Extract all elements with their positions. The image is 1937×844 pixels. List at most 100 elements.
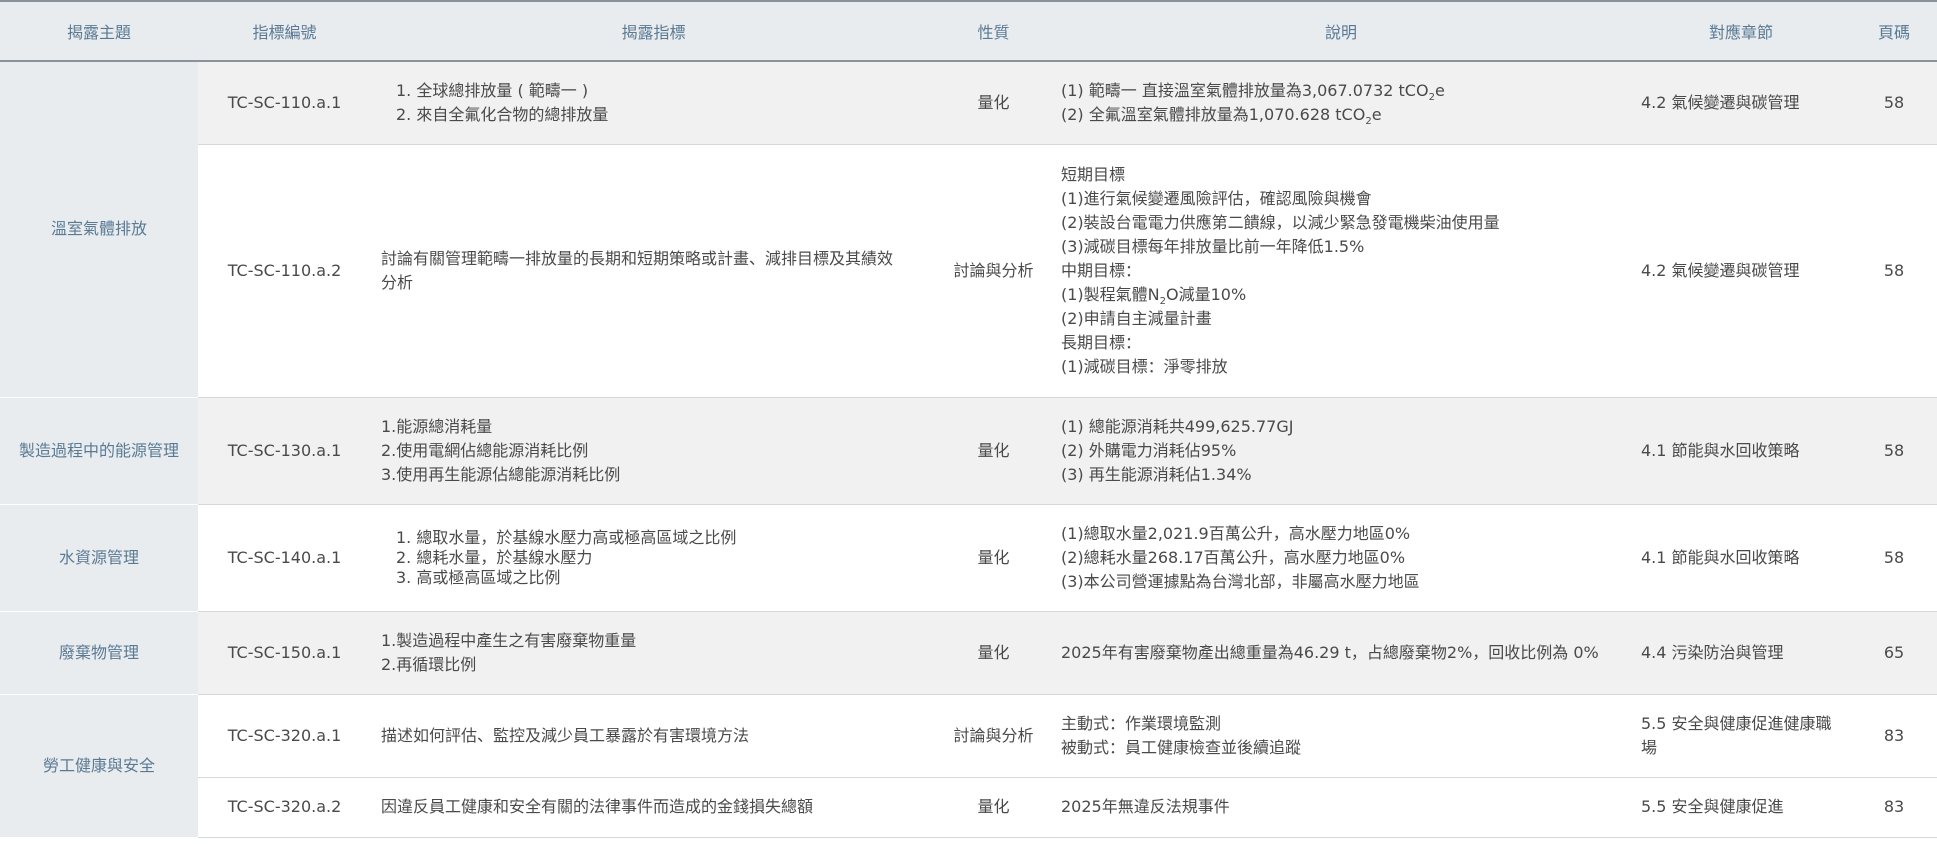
description-cell: (1) 總能源消耗共499,625.77GJ (2) 外購電力消耗佔95% (3) … xyxy=(1051,397,1631,505)
description-cell: 2025年無違反法規事件 xyxy=(1051,777,1631,838)
description-text: O減量10% xyxy=(1166,284,1247,304)
table-row: 溫室氣體排放 TC-SC-110.a.1 1. 全球總排放量 ( 範疇一 ) 2.… xyxy=(0,61,1937,398)
code-cell: TC-SC-320.a.1 xyxy=(198,694,371,778)
description-line: 被動式：員工健康檢查並後續追蹤 xyxy=(1061,736,1621,760)
description-text: (3)本公司營運據點為台灣北部，非屬高水壓力地區 xyxy=(1061,571,1420,591)
page-cell: 58 xyxy=(1851,144,1937,398)
page-cell: 58 xyxy=(1851,397,1937,505)
page-cell: 65 xyxy=(1851,611,1937,695)
nature-cell: 討論與分析 xyxy=(936,144,1051,398)
nature-cell: 量化 xyxy=(936,777,1051,838)
metric-line: 描述如何評估、監控及減少員工暴露於有害環境方法 xyxy=(381,725,750,745)
page-cell: 83 xyxy=(1851,777,1937,838)
header-nature: 性質 xyxy=(936,0,1051,62)
metric-cell: 1. 總取水量，於基線水壓力高或極高區域之比例 2. 總耗水量，於基線水壓力 3. … xyxy=(371,504,936,612)
description-text: (3)減碳目標每年排放量比前一年降低1.5% xyxy=(1061,236,1365,256)
metric-cell: 1. 全球總排放量 ( 範疇一 ) 2. 來自全氟化合物的總排放量 xyxy=(371,61,936,145)
metric-line: 1. 全球總排放量 ( 範疇一 ) xyxy=(396,80,589,100)
description-line: 中期目標： xyxy=(1061,259,1621,283)
topic-cell: 廢棄物管理 xyxy=(0,611,198,695)
description-cell: 2025年有害廢棄物產出總重量為46.29 t，占總廢棄物2%，回收比例為 0% xyxy=(1051,611,1631,695)
header-chapter: 對應章節 xyxy=(1631,0,1851,62)
description-line: (2) 全氟溫室氣體排放量為1,070.628 tCO2e xyxy=(1061,103,1621,127)
description-line: (1) 範疇一 直接溫室氣體排放量為3,067.0732 tCO2e xyxy=(1061,79,1621,103)
description-text: 2025年無違反法規事件 xyxy=(1061,797,1230,816)
description-line: (2)裝設台電電力供應第二饋線，以減少緊急發電機柴油使用量 xyxy=(1061,211,1621,235)
metric-cell: 描述如何評估、監控及減少員工暴露於有害環境方法 xyxy=(371,694,936,778)
description-text: 2025年有害廢棄物產出總重量為46.29 t，占總廢棄物2%，回收比例為 0% xyxy=(1061,642,1599,662)
metric-cell: 因違反員工健康和安全有關的法律事件而造成的金錢損失總額 xyxy=(371,777,936,838)
code-cell: TC-SC-130.a.1 xyxy=(198,397,371,505)
description-text: (3) 再生能源消耗佔1.34% xyxy=(1061,464,1252,484)
code-cell: TC-SC-110.a.1 xyxy=(198,61,371,145)
description-line: 短期目標 xyxy=(1061,163,1621,187)
metric-line: 因違反員工健康和安全有關的法律事件而造成的金錢損失總額 xyxy=(381,797,814,816)
metric-line: 2. 總耗水量，於基線水壓力 xyxy=(396,547,593,567)
header-row: 揭露主題 指標編號 揭露指標 性質 說明 對應章節 頁碼 xyxy=(0,0,1937,62)
header-topic: 揭露主題 xyxy=(0,0,198,62)
header-code: 指標編號 xyxy=(198,0,371,62)
chapter-cell: 4.2 氣候變遷與碳管理 xyxy=(1631,144,1851,398)
description-text: e xyxy=(1434,80,1445,100)
metric-line: 1. 總取水量，於基線水壓力高或極高區域之比例 xyxy=(396,527,737,547)
header-description: 說明 xyxy=(1051,0,1631,62)
description-line: (1) 總能源消耗共499,625.77GJ xyxy=(1061,415,1621,439)
metric-line: 3. 高或極高區域之比例 xyxy=(396,567,561,587)
table-row: 製造過程中的能源管理 TC-SC-130.a.1 1.能源總消耗量 2.使用電網佔… xyxy=(0,397,1937,505)
metric-line: 2.再循環比例 xyxy=(381,654,477,674)
description-text: 主動式：作業環境監測 xyxy=(1061,713,1222,733)
code-cell: TC-SC-320.a.2 xyxy=(198,777,371,838)
description-line: (1)進行氣候變遷風險評估，確認風險與機會 xyxy=(1061,187,1621,211)
description-text: 短期目標 xyxy=(1061,164,1126,184)
description-line: (3) 再生能源消耗佔1.34% xyxy=(1061,463,1621,487)
code-cell: TC-SC-150.a.1 xyxy=(198,611,371,695)
metric-line: 1.製造過程中產生之有害廢棄物重量 xyxy=(381,630,637,650)
description-text: e xyxy=(1371,104,1382,124)
code-cell: TC-SC-140.a.1 xyxy=(198,504,371,612)
chapter-cell: 4.4 污染防治與管理 xyxy=(1631,611,1851,695)
nature-cell: 量化 xyxy=(936,397,1051,505)
metric-line: 3.使用再生能源佔總能源消耗比例 xyxy=(381,464,621,484)
description-line: (1)製程氣體N2O減量10% xyxy=(1061,283,1621,307)
page-cell: 83 xyxy=(1851,694,1937,778)
topic-cell: 水資源管理 xyxy=(0,504,198,612)
description-line: (3)本公司營運據點為台灣北部，非屬高水壓力地區 xyxy=(1061,570,1621,594)
description-text: 中期目標： xyxy=(1061,260,1142,280)
description-text: (1) 範疇一 直接溫室氣體排放量為3,067.0732 tCO xyxy=(1061,80,1429,100)
topic-cell: 製造過程中的能源管理 xyxy=(0,397,198,505)
description-line: 2025年無違反法規事件 xyxy=(1061,795,1621,819)
header-metric: 揭露指標 xyxy=(371,0,936,62)
description-line: (1)減碳目標：淨零排放 xyxy=(1061,355,1621,379)
page-cell: 58 xyxy=(1851,504,1937,612)
metric-line: 分析 xyxy=(381,272,414,292)
page-cell: 58 xyxy=(1851,61,1937,145)
description-text: (2)申請自主減量計畫 xyxy=(1061,308,1212,328)
description-line: 2025年有害廢棄物產出總重量為46.29 t，占總廢棄物2%，回收比例為 0% xyxy=(1061,641,1621,665)
table-row: TC-SC-320.a.2 因違反員工健康和安全有關的法律事件而造成的金錢損失總… xyxy=(0,777,1937,838)
nature-cell: 量化 xyxy=(936,611,1051,695)
metric-line: 1.能源總消耗量 xyxy=(381,416,493,436)
chapter-cell: 5.5 安全與健康促進 xyxy=(1631,777,1851,838)
description-text: (2) 外購電力消耗佔95% xyxy=(1061,440,1237,460)
metric-line: 討論有關管理範疇一排放量的長期和短期策略或計畫、減排目標及其績效 xyxy=(381,248,894,268)
topic-cell: 勞工健康與安全 xyxy=(0,694,198,838)
description-line: (3)減碳目標每年排放量比前一年降低1.5% xyxy=(1061,235,1621,259)
description-text: (2) 全氟溫室氣體排放量為1,070.628 tCO xyxy=(1061,104,1366,124)
description-line: (2)申請自主減量計畫 xyxy=(1061,307,1621,331)
chapter-cell: 5.5 安全與健康促進健康職場 xyxy=(1631,694,1851,778)
nature-cell: 討論與分析 xyxy=(936,694,1051,778)
metric-line: 2. 來自全氟化合物的總排放量 xyxy=(396,104,609,124)
topic-cell: 溫室氣體排放 xyxy=(0,61,198,398)
description-text: (1)減碳目標：淨零排放 xyxy=(1061,356,1228,376)
description-cell: 短期目標 (1)進行氣候變遷風險評估，確認風險與機會 (2)裝設台電電力供應第二饋線… xyxy=(1051,144,1631,398)
description-cell: (1) 範疇一 直接溫室氣體排放量為3,067.0732 tCO2e (2) 全氟… xyxy=(1051,61,1631,145)
chapter-cell: 4.1 節能與水回收策略 xyxy=(1631,397,1851,505)
description-text: (2)裝設台電電力供應第二饋線，以減少緊急發電機柴油使用量 xyxy=(1061,212,1500,232)
description-text: 被動式：員工健康檢查並後續追蹤 xyxy=(1061,737,1302,757)
table-row: 水資源管理 TC-SC-140.a.1 1. 總取水量，於基線水壓力高或極高區域… xyxy=(0,504,1937,612)
nature-cell: 量化 xyxy=(936,61,1051,145)
table-row: 廢棄物管理 TC-SC-150.a.1 1.製造過程中產生之有害廢棄物重量 2.再… xyxy=(0,611,1937,695)
metric-cell: 1.能源總消耗量 2.使用電網佔總能源消耗比例 3.使用再生能源佔總能源消耗比例 xyxy=(371,397,936,505)
code-cell: TC-SC-110.a.2 xyxy=(198,144,371,398)
description-text: (1)總取水量2,021.9百萬公升，高水壓力地區0% xyxy=(1061,523,1411,543)
